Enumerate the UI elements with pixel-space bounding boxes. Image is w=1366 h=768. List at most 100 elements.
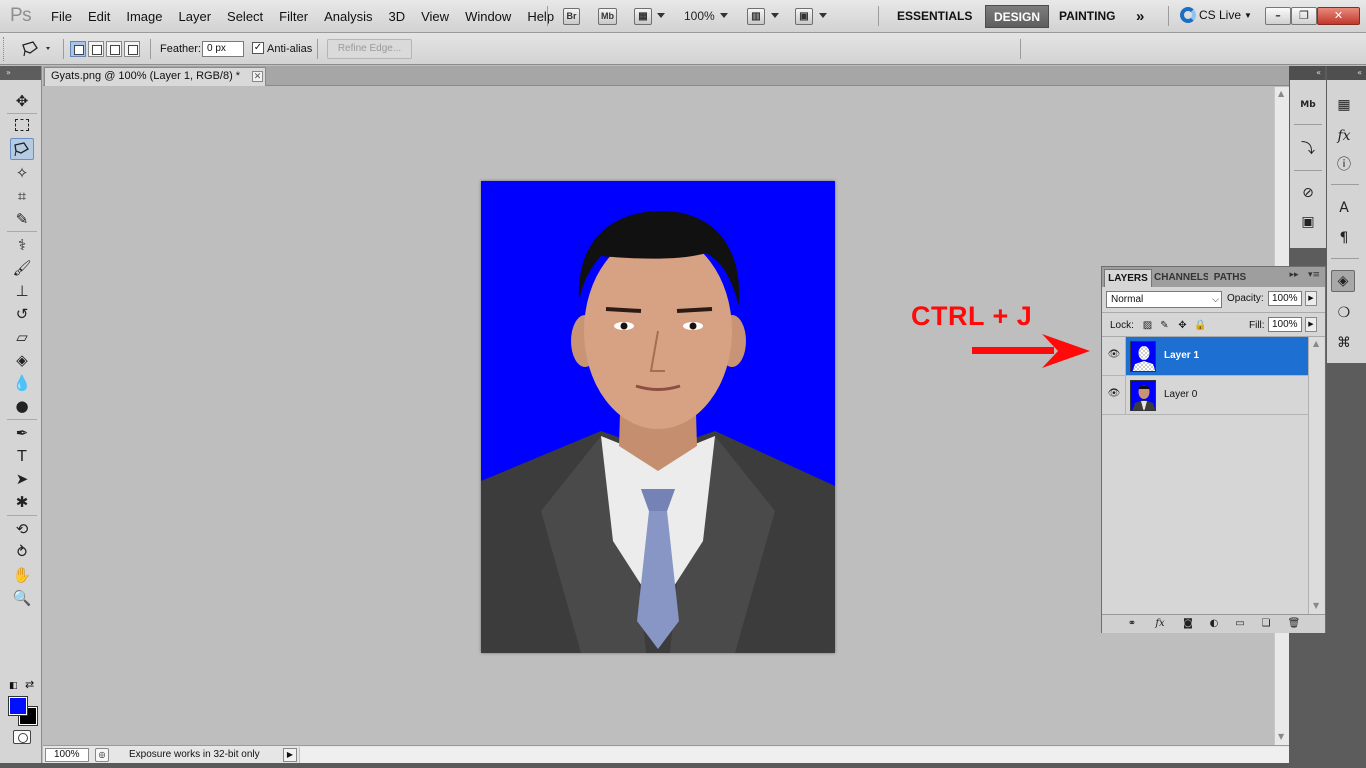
add-mask-icon[interactable]: ◙ xyxy=(1180,617,1196,631)
quick-mask-icon[interactable] xyxy=(13,730,31,744)
eye-icon[interactable]: 👁 xyxy=(1106,388,1122,400)
brush-tool-icon[interactable]: 🖌 xyxy=(10,257,34,279)
tab-paths[interactable]: PATHS xyxy=(1210,269,1250,287)
type-tool-icon[interactable]: T xyxy=(10,445,34,467)
new-layer-icon[interactable]: ❏ xyxy=(1258,617,1274,631)
tab-layers[interactable]: LAYERS xyxy=(1104,269,1152,287)
scroll-down-icon[interactable]: ▼ xyxy=(1278,732,1284,741)
menu-select[interactable]: Select xyxy=(219,9,271,24)
eyedropper-icon[interactable]: ✎ xyxy=(10,208,34,230)
extras-button[interactable]: ▦ xyxy=(634,8,652,25)
workspace-painting[interactable]: PAINTING xyxy=(1051,5,1123,28)
opacity-input[interactable]: 100% xyxy=(1268,291,1302,306)
minimize-button[interactable]: – xyxy=(1265,7,1291,25)
adjustment-layer-icon[interactable]: ◐ xyxy=(1206,617,1222,631)
panel-menu-icon[interactable]: ▾≡ xyxy=(1305,270,1323,284)
scroll-up-icon[interactable]: ▲ xyxy=(1278,89,1284,98)
restore-button[interactable]: ❐ xyxy=(1291,7,1317,25)
workspace-essentials[interactable]: ESSENTIALS xyxy=(889,5,980,28)
history-panel-icon[interactable]: ⤵ xyxy=(1296,137,1320,159)
horizontal-scrollbar[interactable] xyxy=(299,747,1317,763)
menu-filter[interactable]: Filter xyxy=(271,9,316,24)
styles-fx-icon[interactable]: fx xyxy=(1332,125,1356,147)
document-tab[interactable]: Gyats.png @ 100% (Layer 1, RGB/8) * ✕ xyxy=(44,67,266,86)
swatches-panel-icon[interactable]: ▦ xyxy=(1332,94,1356,116)
menu-view[interactable]: View xyxy=(413,9,457,24)
fill-slider-arrow[interactable]: ▶ xyxy=(1305,317,1317,332)
blend-mode-select[interactable]: Normal ⌵ xyxy=(1106,291,1222,308)
paths-panel-icon[interactable]: ⌘ xyxy=(1332,332,1356,354)
zoom-tool-icon[interactable]: 🔍 xyxy=(10,587,34,609)
tool-preset-picker[interactable] xyxy=(19,39,55,59)
refine-edge-button[interactable]: Refine Edge... xyxy=(327,39,412,59)
layers-scrollbar[interactable]: ▲ ▼ xyxy=(1308,337,1324,616)
opacity-slider-arrow[interactable]: ▶ xyxy=(1305,291,1317,306)
tools-panel-collapse[interactable]: » xyxy=(0,66,41,80)
magic-wand-icon[interactable]: ✧ xyxy=(10,162,34,184)
layers-panel-icon[interactable]: ◈ xyxy=(1331,270,1355,292)
panel-collapse-icon[interactable]: ▸▸ xyxy=(1285,270,1303,284)
mini-bridge-button[interactable]: Mb xyxy=(598,8,617,25)
menu-analysis[interactable]: Analysis xyxy=(316,9,380,24)
tab-channels[interactable]: CHANNELS xyxy=(1154,269,1208,287)
clone-stamp-icon[interactable]: ⊥ xyxy=(10,280,34,302)
paint-bucket-icon[interactable]: ◈ xyxy=(10,349,34,371)
layer-visibility-cell[interactable]: 👁 xyxy=(1102,337,1126,375)
history-brush-icon[interactable]: ↺ xyxy=(10,303,34,325)
delete-layer-icon[interactable]: 🗑 xyxy=(1286,617,1302,631)
close-window-button[interactable]: ✕ xyxy=(1317,7,1360,25)
menu-window[interactable]: Window xyxy=(457,9,519,24)
lock-image-icon[interactable]: ✎ xyxy=(1158,319,1171,332)
layer-name[interactable]: Layer 0 xyxy=(1164,389,1197,400)
fill-input[interactable]: 100% xyxy=(1268,317,1302,332)
move-tool-icon[interactable]: ✥ xyxy=(10,90,34,112)
menu-layer[interactable]: Layer xyxy=(171,9,220,24)
layer-style-fx-icon[interactable]: fx xyxy=(1152,617,1168,631)
anti-alias-checkbox[interactable]: ✓ xyxy=(252,42,264,54)
close-icon[interactable]: ✕ xyxy=(252,71,263,82)
foreground-color-swatch[interactable] xyxy=(8,696,28,716)
chevron-down-icon[interactable] xyxy=(720,13,728,18)
mini-bridge-panel-icon[interactable]: Mb xyxy=(1296,94,1320,116)
crop-tool-icon[interactable]: ⌗ xyxy=(10,185,34,207)
healing-brush-icon[interactable]: ⚕ xyxy=(10,234,34,256)
3d-orbit-icon[interactable]: ⥁ xyxy=(10,541,34,563)
hand-tool-icon[interactable]: ✋ xyxy=(10,564,34,586)
marquee-tool-icon[interactable] xyxy=(10,114,34,136)
layer-name[interactable]: Layer 1 xyxy=(1164,350,1199,361)
blur-tool-icon[interactable]: 💧 xyxy=(10,372,34,394)
status-info-icon[interactable]: ◎ xyxy=(95,748,109,762)
layer-thumbnail[interactable] xyxy=(1130,380,1156,411)
lasso-tool-icon[interactable] xyxy=(10,138,34,160)
channels-panel-icon[interactable]: ❍ xyxy=(1332,302,1356,324)
intersect-selection-icon[interactable] xyxy=(124,41,140,57)
3d-rotate-icon[interactable]: ⟲ xyxy=(10,518,34,540)
menu-image[interactable]: Image xyxy=(118,9,170,24)
path-selection-icon[interactable]: ➤ xyxy=(10,468,34,490)
character-panel-icon[interactable]: A xyxy=(1332,197,1356,219)
dock-collapse-left[interactable]: « xyxy=(1289,66,1325,80)
new-group-icon[interactable]: ▭ xyxy=(1232,617,1248,631)
add-to-selection-icon[interactable] xyxy=(88,41,104,57)
cs-live-button[interactable]: CS Live ▼ xyxy=(1180,7,1252,23)
menu-file[interactable]: File xyxy=(43,9,80,24)
eraser-tool-icon[interactable]: ▱ xyxy=(10,326,34,348)
custom-shape-icon[interactable]: ✱ xyxy=(10,491,34,513)
default-colors-icon[interactable]: ◧ xyxy=(9,681,18,691)
eye-icon[interactable]: 👁 xyxy=(1106,349,1122,361)
workspace-design[interactable]: DESIGN xyxy=(985,5,1050,28)
chevron-down-icon[interactable] xyxy=(657,13,665,18)
menu-help[interactable]: Help xyxy=(519,9,562,24)
menu-3d[interactable]: 3D xyxy=(380,9,413,24)
info-panel-icon[interactable]: ⓘ xyxy=(1332,153,1356,175)
zoom-level[interactable]: 100% xyxy=(684,9,715,23)
status-menu-arrow[interactable]: ▶ xyxy=(283,748,297,762)
lock-position-icon[interactable]: ✥ xyxy=(1176,319,1189,332)
arrange-documents-button[interactable]: ▥ xyxy=(747,8,765,25)
chevron-down-icon[interactable] xyxy=(819,13,827,18)
scroll-up-icon[interactable]: ▲ xyxy=(1313,339,1319,348)
layer-row[interactable]: 👁 Layer 0 xyxy=(1102,376,1308,415)
feather-input[interactable]: 0 px xyxy=(202,41,244,57)
layer-thumbnail[interactable] xyxy=(1130,341,1156,372)
status-zoom-field[interactable]: 100% xyxy=(45,748,89,762)
